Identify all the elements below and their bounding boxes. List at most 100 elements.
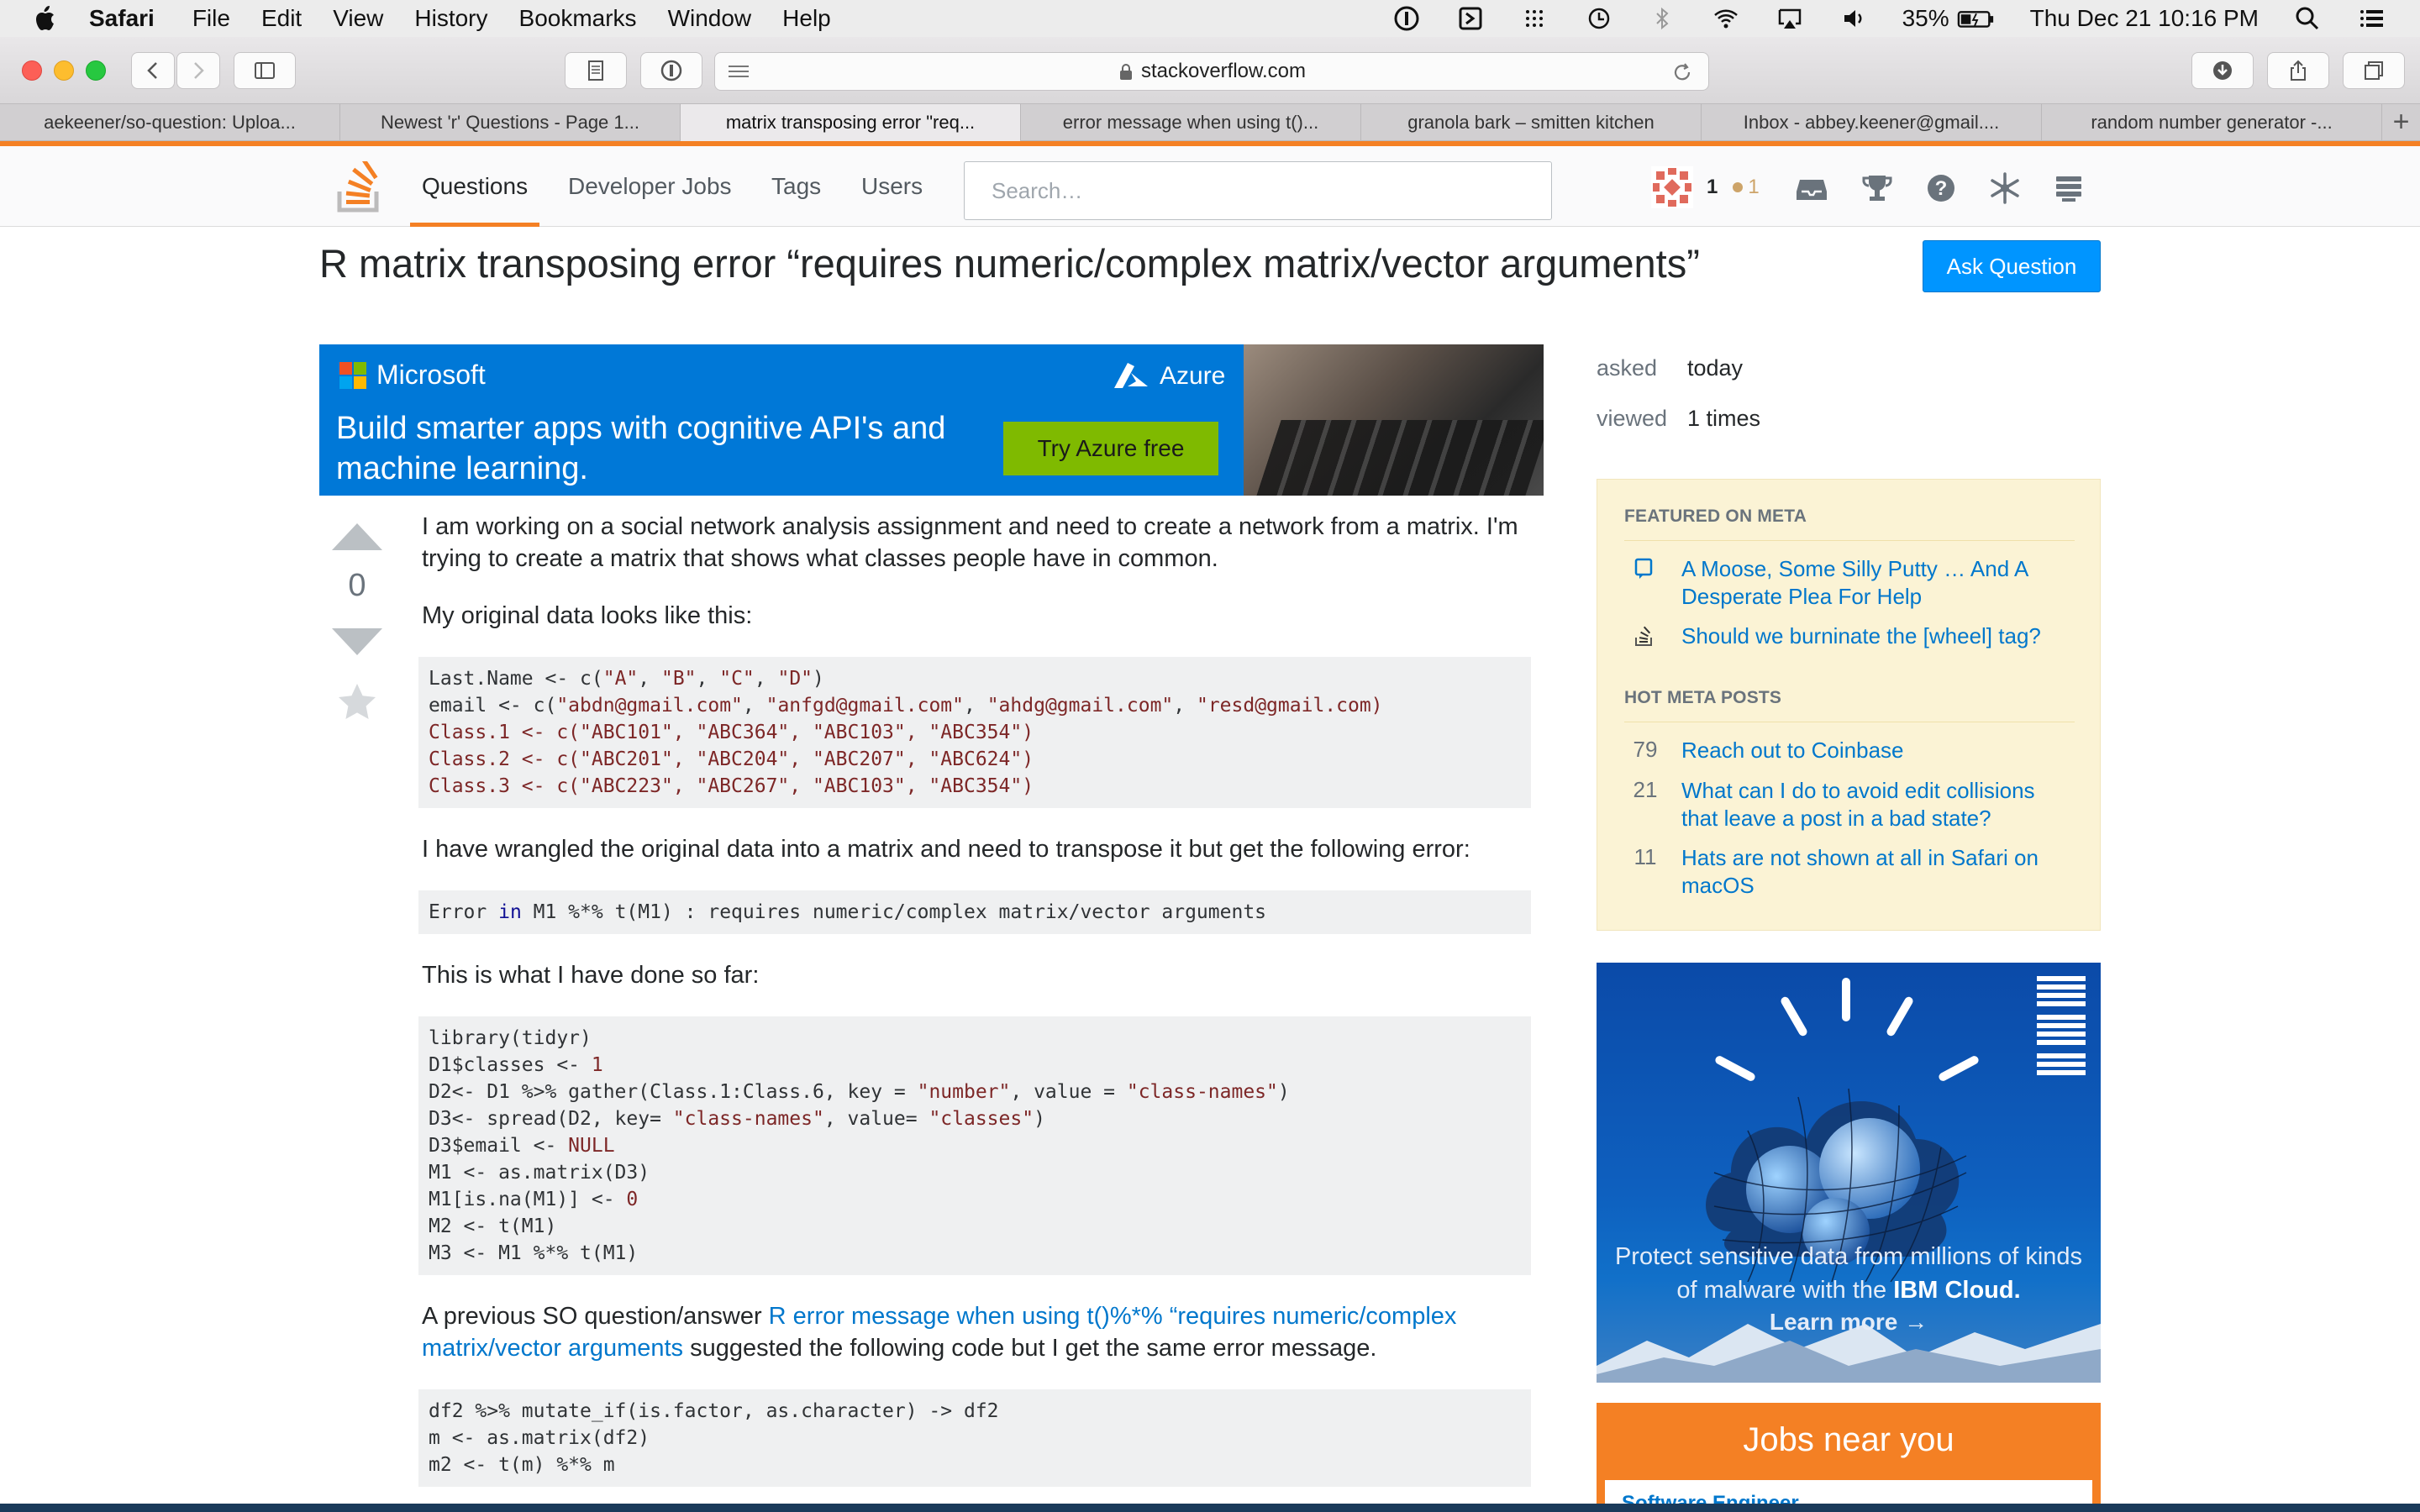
sidebar-toggle-button[interactable] xyxy=(234,52,296,89)
new-tab-button[interactable]: + xyxy=(2382,104,2420,140)
browser-tab[interactable]: Newest 'r' Questions - Page 1... xyxy=(340,104,681,141)
onepassword-toolbar-button[interactable] xyxy=(640,52,702,89)
browser-toolbar: stackoverflow.com xyxy=(0,37,2420,104)
browser-tab[interactable]: granola bark – smitten kitchen xyxy=(1361,104,1702,141)
app-extension-icon[interactable] xyxy=(1455,3,1486,34)
hot-post-score: 21 xyxy=(1633,777,1658,802)
ibm-cloud-ad[interactable]: Protect sensitive data from millions of … xyxy=(1597,963,2101,1383)
bluetooth-icon[interactable] xyxy=(1647,3,1677,34)
hot-post-link[interactable]: Reach out to Coinbase xyxy=(1681,737,2076,764)
address-bar[interactable]: stackoverflow.com xyxy=(714,52,1709,91)
featured-link[interactable]: Should we burninate the [wheel] tag? xyxy=(1681,622,2076,650)
menu-bar: Safari File Edit View History Bookmarks … xyxy=(0,0,2420,37)
code-block[interactable]: Last.Name <- c("A", "B", "C", "D") email… xyxy=(418,657,1531,808)
try-azure-button[interactable]: Try Azure free xyxy=(1003,422,1218,475)
onepassword-icon[interactable] xyxy=(1392,3,1422,34)
tab-overview-button[interactable] xyxy=(2343,52,2405,89)
asked-value[interactable]: today xyxy=(1687,355,1743,381)
zoom-window-button[interactable] xyxy=(86,60,106,81)
downloads-button[interactable] xyxy=(2191,52,2254,89)
code-block[interactable]: library(tidyr) D1$classes <- 1 D2<- D1 %… xyxy=(418,1016,1531,1275)
browser-tab-active[interactable]: matrix transposing error "req... xyxy=(681,104,1021,141)
menu-window[interactable]: Window xyxy=(668,5,752,32)
share-button[interactable] xyxy=(2267,52,2329,89)
tab-bar: aekeener/so-question: Uploa... Newest 'r… xyxy=(0,104,2420,141)
battery-percent[interactable]: 35% xyxy=(1902,5,1949,32)
user-rep-area[interactable]: 1 1 xyxy=(1651,166,1760,208)
menu-app-name[interactable]: Safari xyxy=(89,5,155,32)
nav-tags[interactable]: Tags xyxy=(771,146,821,227)
menu-help[interactable]: Help xyxy=(782,5,831,32)
user-avatar-icon[interactable] xyxy=(1651,166,1693,208)
ibm-learn-more-link[interactable]: Learn more → xyxy=(1597,1309,2101,1336)
featured-link[interactable]: A Moose, Some Silly Putty … And A Desper… xyxy=(1681,555,2076,611)
nav-users[interactable]: Users xyxy=(861,146,923,227)
ibm-ad-copy: Protect sensitive data from millions of … xyxy=(1613,1240,2084,1307)
browser-tab[interactable]: random number generator -... xyxy=(2042,104,2382,141)
chevron-right-icon xyxy=(194,62,204,79)
reload-icon[interactable] xyxy=(1671,61,1693,83)
vote-count: 0 xyxy=(348,568,366,603)
site-search-input[interactable]: Search… xyxy=(964,161,1552,220)
time-machine-icon[interactable] xyxy=(1583,3,1613,34)
divider xyxy=(1624,540,2075,541)
menu-edit[interactable]: Edit xyxy=(261,5,302,32)
menu-file[interactable]: File xyxy=(192,5,230,32)
ask-question-button[interactable]: Ask Question xyxy=(1923,240,2101,292)
volume-icon[interactable] xyxy=(1839,3,1869,34)
hot-post-link[interactable]: What can I do to avoid edit collisions t… xyxy=(1681,777,2076,832)
apple-menu-icon[interactable] xyxy=(34,4,59,33)
site-switcher-icon[interactable] xyxy=(2050,170,2087,207)
chevron-left-icon xyxy=(147,62,157,79)
menu-history[interactable]: History xyxy=(414,5,487,32)
stackoverflow-logo-icon[interactable] xyxy=(336,161,383,213)
blog-speech-icon xyxy=(1634,558,1653,579)
minimize-window-button[interactable] xyxy=(54,60,74,81)
reader-toolbar-button[interactable] xyxy=(565,52,627,89)
menu-bookmarks[interactable]: Bookmarks xyxy=(519,5,637,32)
bronze-badge-count: 1 xyxy=(1748,176,1760,198)
downvote-arrow-icon[interactable] xyxy=(332,628,382,655)
favorite-star-icon[interactable] xyxy=(337,682,377,722)
microsoft-logo: Microsoft xyxy=(339,360,486,391)
browser-tab[interactable]: aekeener/so-question: Uploa... xyxy=(0,104,340,141)
user-reputation: 1 xyxy=(1707,176,1718,198)
lock-icon xyxy=(1119,64,1132,80)
grid-dots-icon[interactable] xyxy=(1519,3,1549,34)
asked-label: asked xyxy=(1597,355,1658,381)
menu-view[interactable]: View xyxy=(333,5,383,32)
nav-questions[interactable]: Questions xyxy=(409,146,540,227)
spotlight-search-icon[interactable] xyxy=(2292,3,2323,34)
battery-icon[interactable] xyxy=(1956,3,1996,34)
ad-graphic xyxy=(1885,995,1915,1038)
achievements-trophy-icon[interactable] xyxy=(1859,170,1896,207)
code-block[interactable]: Error in M1 %*% t(M1) : requires numeric… xyxy=(418,890,1531,934)
dock-edge xyxy=(0,1504,2420,1512)
code-block[interactable]: df2 %>% mutate_if(is.factor, as.characte… xyxy=(418,1389,1531,1487)
hot-post-score: 79 xyxy=(1633,737,1658,762)
reader-mode-icon[interactable] xyxy=(722,60,755,83)
nav-developer-jobs[interactable]: Developer Jobs xyxy=(568,146,732,227)
forward-button[interactable] xyxy=(176,52,220,89)
close-window-button[interactable] xyxy=(22,60,42,81)
wifi-icon[interactable] xyxy=(1711,3,1741,34)
upvote-arrow-icon[interactable] xyxy=(332,523,382,550)
featured-meta-box: FEATURED ON META A Moose, Some Silly Put… xyxy=(1597,479,2101,931)
url-text[interactable]: stackoverflow.com xyxy=(1141,60,1306,83)
airplay-icon[interactable] xyxy=(1775,3,1805,34)
inbox-icon[interactable] xyxy=(1793,170,1830,207)
winter-bash-snowflake-icon[interactable] xyxy=(1986,170,2023,207)
notification-center-icon[interactable] xyxy=(2356,3,2386,34)
back-button[interactable] xyxy=(131,52,175,89)
browser-tab[interactable]: Inbox - abbey.keener@gmail.... xyxy=(1702,104,2042,141)
post-text: suggested the following code but I get t… xyxy=(683,1335,1377,1362)
azure-ad-banner[interactable]: Microsoft Azure Build smarter apps with … xyxy=(319,344,1544,496)
hot-post-link[interactable]: Hats are not shown at all in Safari on m… xyxy=(1681,844,2076,900)
browser-tab[interactable]: error message when using t()... xyxy=(1021,104,1361,141)
ibm-logo-icon xyxy=(2037,976,2086,1075)
question-title[interactable]: R matrix transposing error “requires num… xyxy=(319,240,1700,286)
azure-ad-tagline: Build smarter apps with cognitive API's … xyxy=(336,411,946,486)
jobs-title[interactable]: Jobs near you xyxy=(1597,1421,2101,1459)
help-icon[interactable]: ? xyxy=(1923,170,1960,207)
menu-clock[interactable]: Thu Dec 21 10:16 PM xyxy=(2030,5,2259,32)
